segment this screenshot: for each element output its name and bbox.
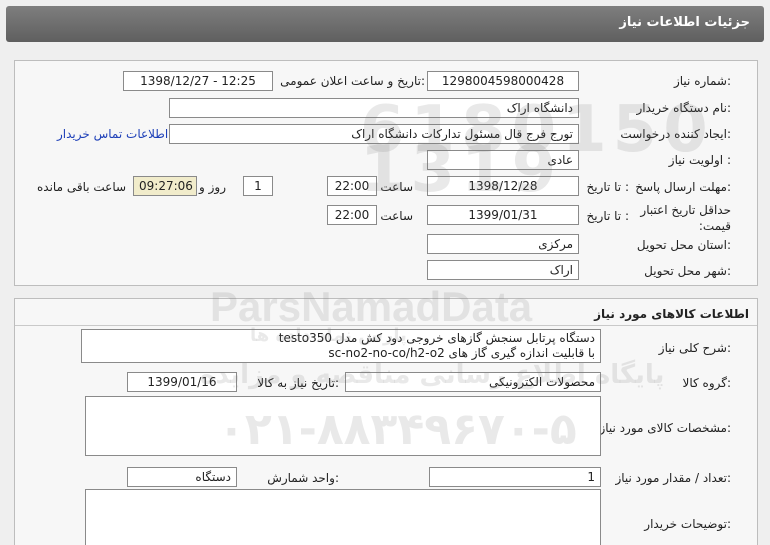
goods-group-field[interactable]: محصولات الکترونیکی xyxy=(345,372,601,392)
validity-label: حداقل تاریخ اعتبار قیمت: xyxy=(640,203,731,233)
priority-label: اولویت نیاز : xyxy=(668,153,731,167)
days-field[interactable]: 1 xyxy=(243,176,273,196)
buyer-org-label: نام دستگاه خریدار: xyxy=(636,101,732,115)
quantity-field[interactable]: 1 xyxy=(429,467,601,487)
priority-field[interactable]: عادی xyxy=(427,150,579,170)
goods-group-label: گروه کالا: xyxy=(682,376,732,390)
goods-panel: اطلاعات کالاهای مورد نیاز شرح کلی نیاز: … xyxy=(14,298,758,545)
days-label: روز و xyxy=(199,180,226,194)
specs-field[interactable] xyxy=(85,396,601,456)
buyer-contact-link[interactable]: اطلاعات تماس خریدار xyxy=(57,127,168,141)
reply-time-field[interactable]: 22:00 xyxy=(327,176,377,196)
general-desc-label: شرح کلی نیاز: xyxy=(658,341,731,355)
specs-label: مشخصات کالای مورد نیاز: xyxy=(599,421,731,435)
city-label: شهر محل تحویل: xyxy=(644,264,731,278)
buyer-notes-label: توضیحات خریدار: xyxy=(644,517,731,531)
buyer-notes-field[interactable] xyxy=(85,489,601,545)
city-field[interactable]: اراک xyxy=(427,260,579,280)
need-number-field[interactable]: 1298004598000428 xyxy=(427,71,579,91)
buyer-org-field[interactable]: دانشگاه اراک xyxy=(169,98,579,118)
page-header: جزئیات اطلاعات نیاز xyxy=(6,6,764,42)
reply-time-label: ساعت xyxy=(380,180,413,194)
validity-to-date-label: تا تاریخ : xyxy=(586,209,629,223)
section-divider xyxy=(15,325,757,326)
quantity-label: تعداد / مقدار مورد نیاز: xyxy=(615,471,731,485)
need-number-label: شماره نیاز: xyxy=(673,74,731,88)
need-date-field[interactable]: 1399/01/16 xyxy=(127,372,237,392)
general-desc-field[interactable]: دستگاه پرتابل سنجش گازهای خروجی دود کش م… xyxy=(81,329,601,363)
requester-field[interactable]: تورج فرج قال مسئول تدارکات دانشگاه اراک xyxy=(169,124,579,144)
reply-deadline-label: مهلت ارسال پاسخ: xyxy=(635,180,731,194)
unit-label: واحد شمارش: xyxy=(267,471,339,485)
validity-time-field[interactable]: 22:00 xyxy=(327,205,377,225)
announce-date-label: تاریخ و ساعت اعلان عمومی: xyxy=(280,74,425,88)
reply-date-field[interactable]: 1398/12/28 xyxy=(427,176,579,196)
need-date-label: تاریخ نیاز به کالا: xyxy=(257,376,339,390)
general-desc-line1: دستگاه پرتابل سنجش گازهای خروجی دود کش م… xyxy=(278,331,595,345)
validity-date-field[interactable]: 1399/01/31 xyxy=(427,205,579,225)
validity-time-label: ساعت xyxy=(380,209,413,223)
remaining-label: ساعت باقی مانده xyxy=(37,180,127,194)
unit-field[interactable]: دستگاه xyxy=(127,467,237,487)
page-title: جزئیات اطلاعات نیاز xyxy=(619,15,750,30)
remaining-time-field: 09:27:06 xyxy=(133,176,197,196)
goods-section-title: اطلاعات کالاهای مورد نیاز xyxy=(594,307,749,321)
announce-date-field[interactable]: 1398/12/27 - 12:25 xyxy=(123,71,273,91)
province-field[interactable]: مرکزی xyxy=(427,234,579,254)
province-label: استان محل تحویل: xyxy=(636,238,731,252)
reply-to-date-label: تا تاریخ : xyxy=(586,180,629,194)
need-info-panel: شماره نیاز: 1298004598000428 تاریخ و ساع… xyxy=(14,60,758,286)
requester-label: ایجاد کننده درخواست: xyxy=(620,127,731,141)
general-desc-line2: با قابلیت اندازه گیری گاز های sc-no2-no-… xyxy=(328,346,595,360)
